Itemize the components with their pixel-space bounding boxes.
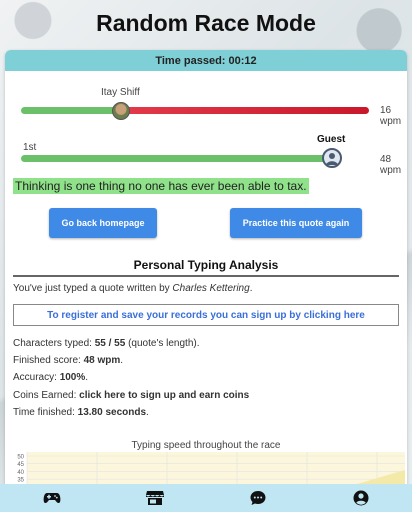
quote-author-intro: You've just typed a quote written by [13,283,173,294]
racer-position: 1st [23,142,37,153]
racer-name: Guest [317,134,346,145]
chat-icon[interactable] [249,489,267,507]
coins-earned-line: Coins Earned: click here to sign up and … [13,390,249,401]
score-value: 48 wpm [83,355,121,366]
race-track-area: Itay Shiff 16 wpm 1st Guest 48 wpm [5,71,407,191]
time-suffix: . [146,407,149,418]
coins-signup-link[interactable]: click here to sign up and earn coins [79,390,249,401]
quote-text: Thinking is one thing no one has ever be… [13,178,309,194]
chart-y-tick-label: 50 [17,455,24,461]
guest-avatar-icon [322,148,342,168]
page-header: Random Race Mode [0,0,412,46]
chart-y-tick-label: 40 [17,470,24,476]
score-label: Finished score: [13,355,84,366]
accuracy-label: Accuracy: [13,372,60,383]
accuracy-suffix: . [85,372,89,383]
time-value: 13.80 seconds [77,407,147,418]
chart-y-tick-label: 45 [17,462,24,468]
quote-author: Charles Kettering [172,283,250,294]
score-suffix: . [120,355,124,366]
accuracy-line: Accuracy: 100%. [13,372,88,383]
store-icon[interactable] [145,489,164,507]
chars-value: 55 / 55 [94,338,126,349]
go-back-homepage-button[interactable]: Go back homepage [49,208,157,238]
chars-suffix: (quote's length). [125,338,200,349]
racer-wpm: 16 wpm [380,105,402,127]
analysis-title: Personal Typing Analysis [13,258,399,277]
time-label: Time finished: [13,407,78,418]
chars-label: Characters typed: [13,338,95,349]
race-results-card: Time passed: 00:12 Itay Shiff 16 wpm 1st… [5,50,407,490]
quote-author-line: You've just typed a quote written by Cha… [13,283,252,294]
gamepad-icon[interactable] [43,489,61,507]
chart-title: Typing speed throughout the race [131,440,281,451]
accuracy-value: 100% [59,372,86,383]
racer-progress-filled [21,155,333,162]
time-finished-line: Time finished: 13.80 seconds. [13,407,149,418]
page-title: Random Race Mode [96,9,316,36]
quote-author-end: . [249,283,253,294]
bottom-navigation [0,484,412,512]
racer-progress-filled [21,107,119,114]
characters-typed-line: Characters typed: 55 / 55 (quote's lengt… [13,338,200,349]
time-passed-bar: Time passed: 00:12 [5,50,407,71]
register-link[interactable]: To register and save your records you ca… [13,304,399,326]
racer-avatar-photo [112,102,130,120]
practice-quote-again-button[interactable]: Practice this quote again [230,208,362,238]
racer-progress-remaining [119,107,369,114]
finished-score-line: Finished score: 48 wpm. [13,355,123,366]
coins-label: Coins Earned: [13,390,80,401]
chart-y-tick-label: 35 [17,478,24,484]
racer-name: Itay Shiff [101,87,140,98]
profile-icon[interactable] [352,489,370,507]
racer-wpm: 48 wpm [380,154,402,176]
